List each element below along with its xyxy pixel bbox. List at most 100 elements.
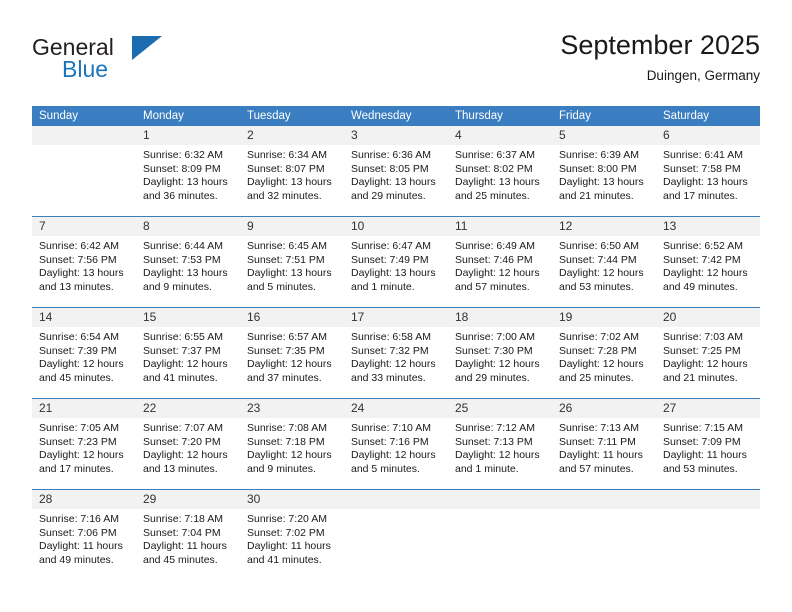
day-cell-inner: 17 Sunrise: 6:58 AM Sunset: 7:32 PM Dayligh… [344,308,448,398]
calendar-day-cell[interactable]: 18 Sunrise: 7:00 AM Sunset: 7:30 PM Dayligh… [448,307,552,399]
calendar-day-cell[interactable]: 8 Sunrise: 6:44 AM Sunset: 7:53 PM Daylight… [136,216,240,308]
day-number: 26 [552,399,656,418]
day-number: 17 [344,308,448,327]
day-details: Sunrise: 6:34 AM Sunset: 8:07 PM Daylight:… [240,145,344,203]
day-details: Sunrise: 6:32 AM Sunset: 8:09 PM Daylight:… [136,145,240,203]
calendar-day-cell[interactable]: 16 Sunrise: 6:57 AM Sunset: 7:35 PM Dayligh… [240,307,344,399]
sunrise-text: Sunrise: 7:20 AM [247,513,327,525]
logo-triangle-icon [132,36,162,60]
day-details: Sunrise: 6:37 AM Sunset: 8:02 PM Daylight:… [448,145,552,203]
day-details: Sunrise: 6:36 AM Sunset: 8:05 PM Daylight:… [344,145,448,203]
daylight-text: Daylight: 12 hours and 53 minutes. [559,267,644,293]
calendar-day-cell[interactable]: 28 Sunrise: 7:16 AM Sunset: 7:06 PM Dayligh… [32,489,136,580]
sunset-text: Sunset: 7:37 PM [143,344,221,357]
day-details: Sunrise: 6:50 AM Sunset: 7:44 PM Daylight:… [552,236,656,294]
calendar-body: 1 Sunrise: 6:32 AM Sunset: 8:09 PM Daylight… [32,126,760,580]
day-details: Sunrise: 7:00 AM Sunset: 7:30 PM Daylight:… [448,327,552,385]
sunset-text: Sunset: 8:05 PM [351,162,429,175]
calendar-day-cell[interactable]: 4 Sunrise: 6:37 AM Sunset: 8:02 PM Daylight… [448,126,552,217]
generalblue-logo[interactable]: General Blue [32,34,262,90]
sunrise-text: Sunrise: 6:41 AM [663,149,743,161]
day-details: Sunrise: 7:18 AM Sunset: 7:04 PM Daylight:… [136,509,240,567]
daylight-text: Daylight: 12 hours and 21 minutes. [663,358,748,384]
day-cell-inner: 20 Sunrise: 7:03 AM Sunset: 7:25 PM Dayligh… [656,308,760,398]
day-number: 27 [656,399,760,418]
day-details: Sunrise: 7:02 AM Sunset: 7:28 PM Daylight:… [552,327,656,385]
sunrise-text: Sunrise: 7:07 AM [143,422,223,434]
calendar-day-cell[interactable]: 2 Sunrise: 6:34 AM Sunset: 8:07 PM Daylight… [240,126,344,217]
sunrise-text: Sunrise: 7:03 AM [663,331,743,343]
calendar-week-row: 14 Sunrise: 6:54 AM Sunset: 7:39 PM Dayligh… [32,307,760,399]
day-cell-inner: 25 Sunrise: 7:12 AM Sunset: 7:13 PM Dayligh… [448,399,552,489]
sunrise-text: Sunrise: 7:10 AM [351,422,431,434]
calendar-day-cell[interactable]: 1 Sunrise: 6:32 AM Sunset: 8:09 PM Daylight… [136,126,240,217]
sunrise-text: Sunrise: 7:16 AM [39,513,119,525]
calendar-day-cell[interactable]: 25 Sunrise: 7:12 AM Sunset: 7:13 PM Dayligh… [448,398,552,490]
daylight-text: Daylight: 12 hours and 33 minutes. [351,358,436,384]
calendar-day-cell[interactable]: 9 Sunrise: 6:45 AM Sunset: 7:51 PM Daylight… [240,216,344,308]
sunrise-text: Sunrise: 6:52 AM [663,240,743,252]
daylight-text: Daylight: 13 hours and 29 minutes. [351,176,436,202]
day-number: 30 [240,490,344,509]
calendar-day-cell[interactable]: 5 Sunrise: 6:39 AM Sunset: 8:00 PM Daylight… [552,126,656,217]
calendar-day-cell[interactable]: 14 Sunrise: 6:54 AM Sunset: 7:39 PM Dayligh… [32,307,136,399]
calendar-week-row: 7 Sunrise: 6:42 AM Sunset: 7:56 PM Daylight… [32,216,760,308]
day-cell-inner: 21 Sunrise: 7:05 AM Sunset: 7:23 PM Dayligh… [32,399,136,489]
page-subtitle: Duingen, Germany [646,68,760,83]
day-details: Sunrise: 6:41 AM Sunset: 7:58 PM Daylight:… [656,145,760,203]
day-number [344,490,448,509]
calendar-day-cell[interactable]: 19 Sunrise: 7:02 AM Sunset: 7:28 PM Dayligh… [552,307,656,399]
calendar-day-cell[interactable]: 23 Sunrise: 7:08 AM Sunset: 7:18 PM Dayligh… [240,398,344,490]
calendar-day-cell[interactable]: 11 Sunrise: 6:49 AM Sunset: 7:46 PM Dayligh… [448,216,552,308]
sunset-text: Sunset: 7:09 PM [663,435,741,448]
day-details: Sunrise: 7:20 AM Sunset: 7:02 PM Daylight:… [240,509,344,567]
sunset-text: Sunset: 7:04 PM [143,526,221,539]
sunrise-text: Sunrise: 6:42 AM [39,240,119,252]
calendar-day-cell[interactable]: 21 Sunrise: 7:05 AM Sunset: 7:23 PM Dayligh… [32,398,136,490]
calendar-day-cell[interactable]: 24 Sunrise: 7:10 AM Sunset: 7:16 PM Dayligh… [344,398,448,490]
calendar-day-cell[interactable]: 20 Sunrise: 7:03 AM Sunset: 7:25 PM Dayligh… [656,307,760,399]
weekday-header-thursday: Thursday [448,106,552,126]
calendar-day-cell[interactable]: 6 Sunrise: 6:41 AM Sunset: 7:58 PM Daylight… [656,126,760,217]
day-details: Sunrise: 6:39 AM Sunset: 8:00 PM Daylight:… [552,145,656,203]
day-cell-inner: 12 Sunrise: 6:50 AM Sunset: 7:44 PM Dayligh… [552,217,656,307]
sunset-text: Sunset: 7:02 PM [247,526,325,539]
calendar-day-cell[interactable]: 27 Sunrise: 7:15 AM Sunset: 7:09 PM Dayligh… [656,398,760,490]
day-number: 28 [32,490,136,509]
sunset-text: Sunset: 7:35 PM [247,344,325,357]
calendar-day-cell[interactable]: 22 Sunrise: 7:07 AM Sunset: 7:20 PM Dayligh… [136,398,240,490]
calendar-day-cell[interactable]: 7 Sunrise: 6:42 AM Sunset: 7:56 PM Daylight… [32,216,136,308]
calendar-week-row: 21 Sunrise: 7:05 AM Sunset: 7:23 PM Dayligh… [32,398,760,490]
weekday-header-friday: Friday [552,106,656,126]
day-number: 12 [552,217,656,236]
day-details: Sunrise: 7:16 AM Sunset: 7:06 PM Daylight:… [32,509,136,567]
weekday-header-sunday: Sunday [32,106,136,126]
calendar-cell-empty [32,126,136,217]
day-cell-inner [344,490,448,580]
day-cell-inner: 10 Sunrise: 6:47 AM Sunset: 7:49 PM Dayligh… [344,217,448,307]
day-cell-inner [656,490,760,580]
calendar-day-cell[interactable]: 29 Sunrise: 7:18 AM Sunset: 7:04 PM Dayligh… [136,489,240,580]
daylight-text: Daylight: 12 hours and 1 minute. [455,449,540,475]
day-cell-inner: 16 Sunrise: 6:57 AM Sunset: 7:35 PM Dayligh… [240,308,344,398]
calendar-day-cell[interactable]: 15 Sunrise: 6:55 AM Sunset: 7:37 PM Dayligh… [136,307,240,399]
day-details: Sunrise: 6:47 AM Sunset: 7:49 PM Daylight:… [344,236,448,294]
calendar-day-cell[interactable]: 13 Sunrise: 6:52 AM Sunset: 7:42 PM Dayligh… [656,216,760,308]
calendar-day-cell[interactable]: 10 Sunrise: 6:47 AM Sunset: 7:49 PM Dayligh… [344,216,448,308]
calendar-day-cell[interactable]: 26 Sunrise: 7:13 AM Sunset: 7:11 PM Dayligh… [552,398,656,490]
day-cell-inner: 7 Sunrise: 6:42 AM Sunset: 7:56 PM Daylight… [32,217,136,307]
calendar-day-cell[interactable]: 12 Sunrise: 6:50 AM Sunset: 7:44 PM Dayligh… [552,216,656,308]
day-cell-inner: 26 Sunrise: 7:13 AM Sunset: 7:11 PM Dayligh… [552,399,656,489]
day-number: 23 [240,399,344,418]
day-details: Sunrise: 6:42 AM Sunset: 7:56 PM Daylight:… [32,236,136,294]
daylight-text: Daylight: 11 hours and 45 minutes. [143,540,227,566]
sunrise-text: Sunrise: 7:05 AM [39,422,119,434]
sunset-text: Sunset: 8:07 PM [247,162,325,175]
day-cell-inner [448,490,552,580]
calendar-day-cell[interactable]: 17 Sunrise: 6:58 AM Sunset: 7:32 PM Dayligh… [344,307,448,399]
calendar-day-cell[interactable]: 30 Sunrise: 7:20 AM Sunset: 7:02 PM Dayligh… [240,489,344,580]
day-details: Sunrise: 6:54 AM Sunset: 7:39 PM Daylight:… [32,327,136,385]
daylight-text: Daylight: 11 hours and 57 minutes. [559,449,643,475]
daylight-text: Daylight: 12 hours and 41 minutes. [143,358,228,384]
calendar-day-cell[interactable]: 3 Sunrise: 6:36 AM Sunset: 8:05 PM Daylight… [344,126,448,217]
